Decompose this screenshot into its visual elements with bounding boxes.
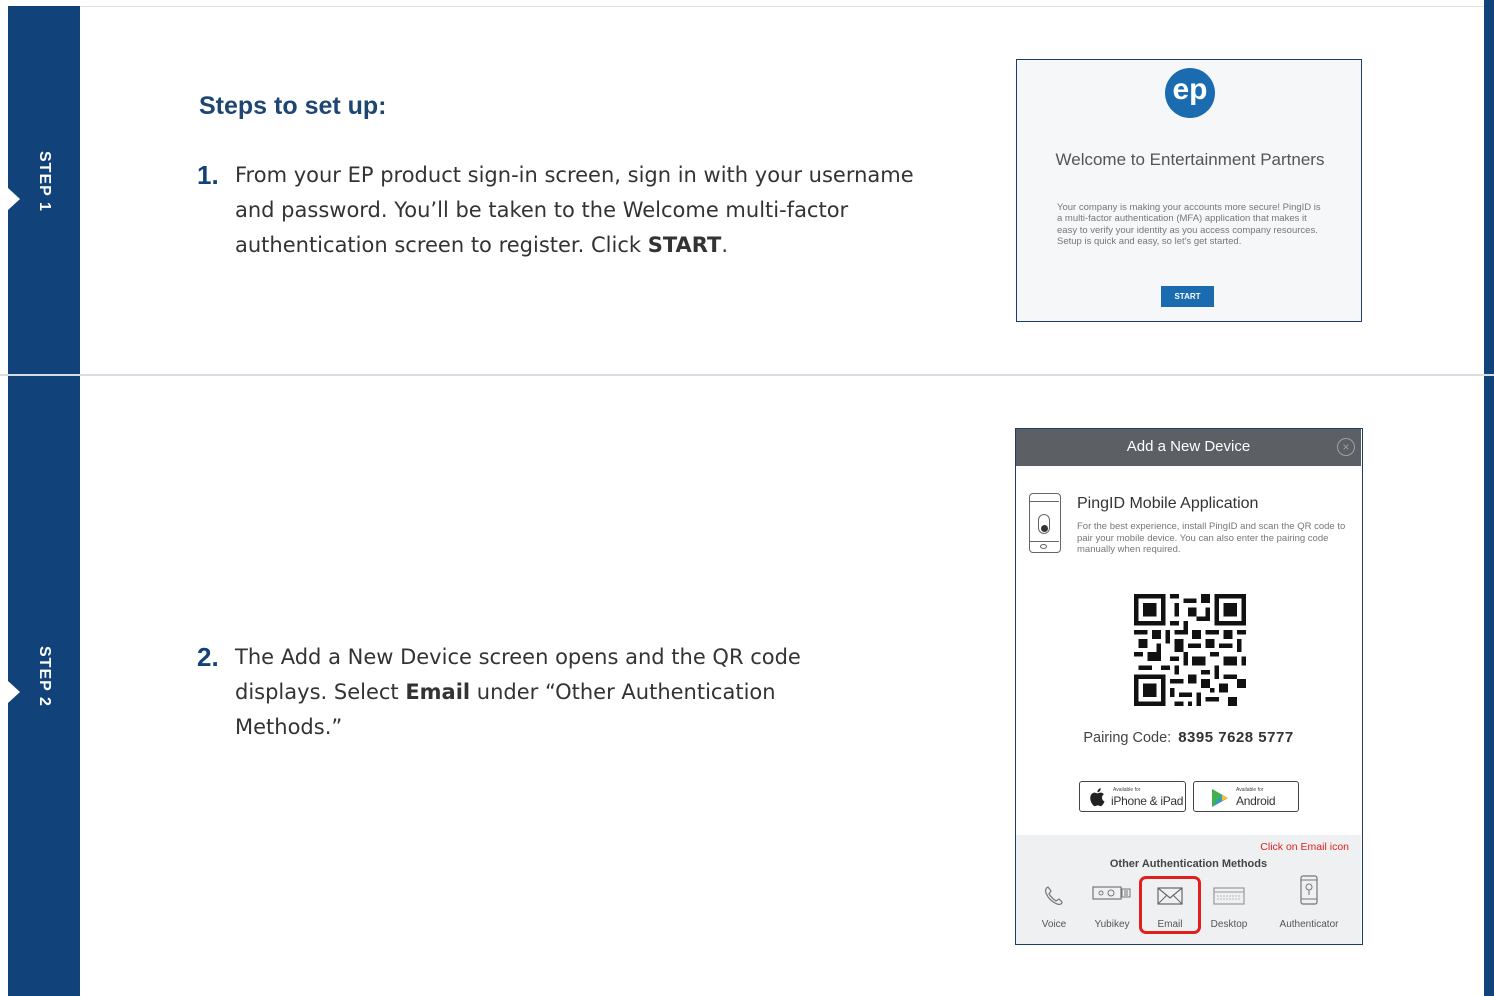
- add-device-screenshot: Add a New Device × PingID Mobile Applica…: [1015, 428, 1363, 945]
- step-2-tab: STEP 2: [8, 376, 80, 996]
- mobile-phone-icon: [1029, 493, 1061, 553]
- step-1-text-end: .: [721, 233, 729, 257]
- top-rule: [80, 6, 1484, 7]
- authenticator-label: Authenticator: [1279, 919, 1339, 930]
- qr-code-image: [1134, 594, 1246, 706]
- ios-store-text: iPhone & iPad: [1111, 794, 1184, 808]
- add-device-title: Add a New Device: [1126, 438, 1251, 455]
- android-store-button[interactable]: Available for Android: [1193, 781, 1299, 812]
- step-1-emphasis: START: [647, 233, 722, 257]
- step-1-text: From your EP product sign-in screen, sig…: [235, 163, 914, 257]
- step-notch: [8, 188, 20, 210]
- welcome-title: Welcome to Entertainment Partners: [1055, 150, 1325, 169]
- click-email-annotation: Click on Email icon: [1260, 841, 1349, 853]
- pingid-app-description: For the best experience, install PingID …: [1077, 521, 1346, 555]
- android-store-text: Android: [1236, 794, 1276, 808]
- step-2-label: STEP 2: [36, 646, 53, 707]
- step-1-instructions: 1. From your EP product sign-in screen, …: [197, 158, 917, 263]
- desktop-method[interactable]: Desktop: [1202, 881, 1256, 933]
- step-2-number: 2.: [197, 642, 219, 672]
- section-heading: Steps to set up:: [199, 92, 387, 120]
- start-button[interactable]: START: [1161, 286, 1214, 307]
- authenticator-icon: [1300, 875, 1318, 905]
- right-edge-bar: [1484, 0, 1494, 996]
- pingid-app-title: PingID Mobile Application: [1077, 495, 1259, 512]
- step-2-instructions: 2. The Add a New Device screen opens and…: [197, 640, 837, 745]
- phone-handset-icon: [1045, 886, 1063, 905]
- step-1-label: STEP 1: [36, 151, 53, 212]
- ep-logo: ep: [1165, 68, 1215, 118]
- authenticator-method[interactable]: Authenticator: [1271, 875, 1347, 933]
- email-envelope-icon: [1157, 887, 1183, 905]
- welcome-body: Your company is making your accounts mor…: [1057, 202, 1321, 247]
- email-method[interactable]: Email: [1139, 876, 1201, 934]
- pairing-code-value: 8395 7628 5777: [1178, 729, 1294, 746]
- apple-icon: [1090, 788, 1105, 807]
- section-divider: [0, 374, 1494, 376]
- step-notch: [8, 681, 20, 703]
- email-label: Email: [1157, 919, 1183, 930]
- google-play-icon: [1212, 789, 1228, 807]
- ios-store-small: Available for: [1113, 787, 1141, 793]
- yubikey-icon: [1092, 886, 1131, 900]
- step-1-tab: STEP 1: [8, 6, 80, 374]
- android-store-small: Available for: [1236, 787, 1264, 793]
- yubikey-method[interactable]: Yubikey: [1088, 881, 1136, 933]
- voice-label: Voice: [1041, 919, 1067, 930]
- welcome-screenshot: ep Welcome to Entertainment Partners You…: [1016, 59, 1362, 322]
- close-icon[interactable]: ×: [1337, 438, 1355, 456]
- pairing-code-row: Pairing Code: 8395 7628 5777: [1016, 729, 1361, 746]
- pairing-code-label: Pairing Code:: [1083, 730, 1172, 746]
- step-2-emphasis: Email: [405, 680, 471, 704]
- yubikey-label: Yubikey: [1094, 919, 1130, 930]
- desktop-label: Desktop: [1210, 919, 1248, 930]
- step-1-number: 1.: [197, 160, 219, 190]
- ios-store-button[interactable]: Available for iPhone & iPad: [1079, 781, 1186, 812]
- add-device-header: Add a New Device ×: [1016, 429, 1361, 466]
- other-methods-title: Other Authentication Methods: [1109, 858, 1268, 870]
- voice-method[interactable]: Voice: [1036, 881, 1072, 933]
- other-methods-panel: Click on Email icon Other Authentication…: [1016, 835, 1361, 944]
- desktop-icon: [1213, 887, 1245, 905]
